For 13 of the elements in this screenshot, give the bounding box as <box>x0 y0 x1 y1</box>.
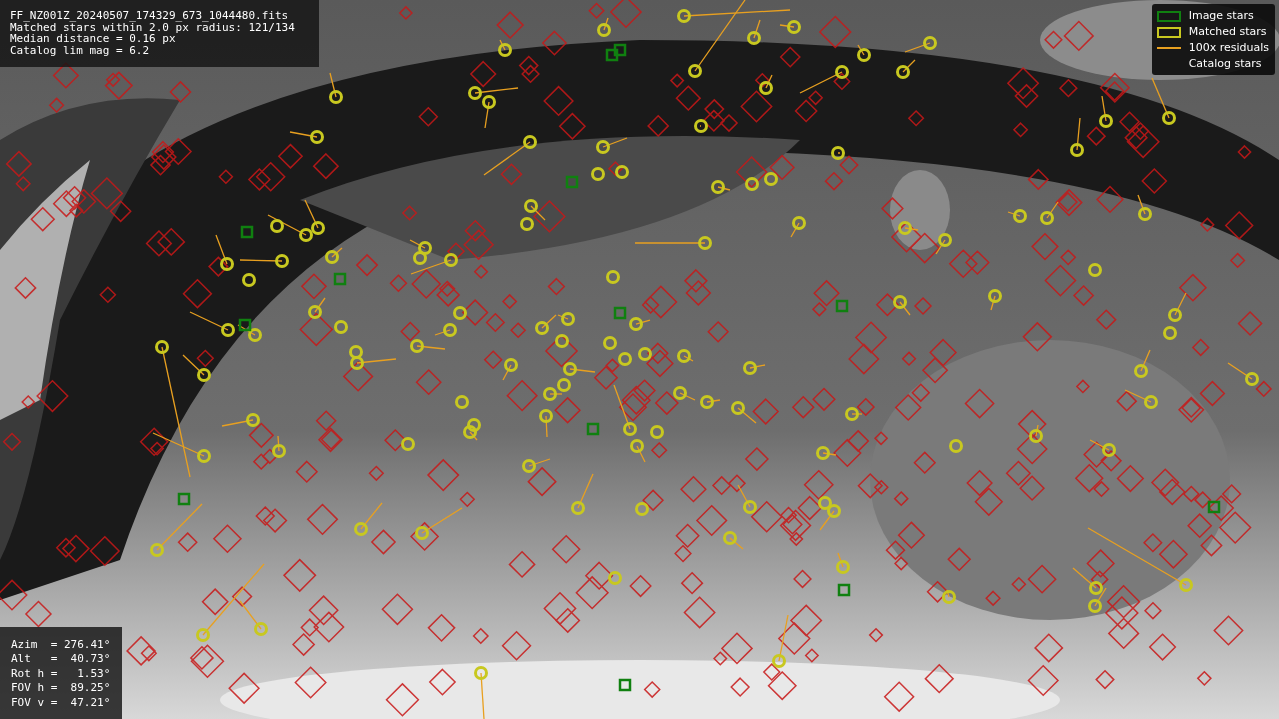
info-text: Median distance = 0.16 px <box>10 33 176 45</box>
info-text: Catalog lim mag = 6.2 <box>10 44 151 56</box>
legend-label: Catalog stars <box>1188 58 1262 70</box>
pointing-text: Alt = 40.73° <box>11 652 112 667</box>
pointing-text: FOV v = 47.21° <box>11 695 112 710</box>
legend-label: 100x residuals <box>1188 42 1269 54</box>
pointing-text: Rot h = 1.53° <box>11 666 112 681</box>
pointing-text: FOV h = 89.25° <box>11 681 112 696</box>
legend-label: Image stars <box>1188 10 1254 22</box>
pointing-text: Azim = 276.41° <box>11 637 112 652</box>
legend-label: Matched stars <box>1188 26 1267 38</box>
info-text: FF_NZ001Z_20240507_174329_673_1044480.fits <box>10 10 290 22</box>
info-text: Matched stars within 2.0 px radius: 121/134 <box>10 21 296 33</box>
